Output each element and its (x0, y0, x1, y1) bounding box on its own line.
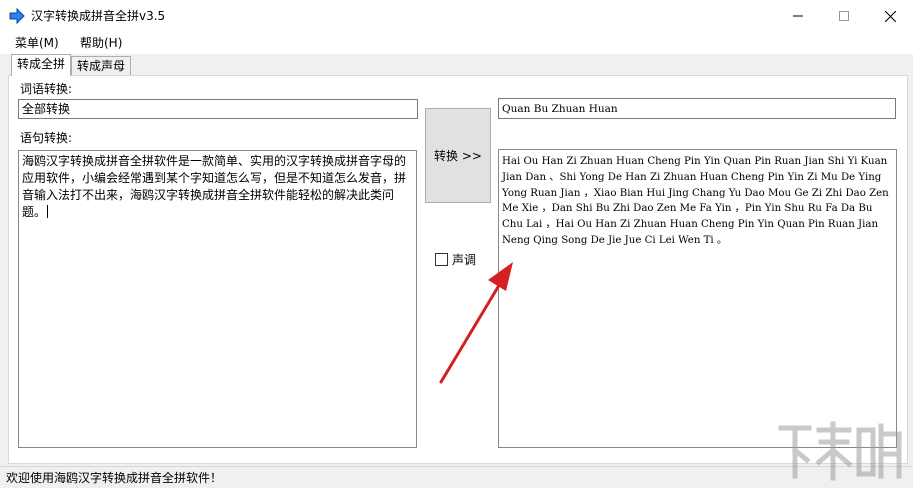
tab-full-pinyin[interactable]: 转成全拼 (11, 54, 71, 76)
text-caret (47, 205, 49, 218)
menu-bar: 菜单(M) 帮助(H) (0, 32, 913, 54)
convert-button[interactable]: 转换 >> (425, 108, 491, 203)
tab-initials[interactable]: 转成声母 (71, 56, 131, 76)
tone-checkbox-label: 声调 (452, 253, 477, 267)
sentence-input-text: 海鸥汉字转换成拼音全拼软件是一款简单、实用的汉字转换成拼音字母的应用软件，小编会… (22, 154, 407, 219)
menu-item-menu[interactable]: 菜单(M) (15, 36, 59, 50)
minimize-icon (793, 15, 803, 17)
title-bar: 汉字转换成拼音全拼v3.5 (0, 0, 913, 32)
maximize-icon (839, 11, 849, 21)
word-input[interactable]: 全部转换 (18, 99, 418, 119)
tone-checkbox-row[interactable]: 声调 (435, 251, 476, 268)
tone-checkbox[interactable] (435, 253, 448, 266)
word-conversion-label: 词语转换: (20, 82, 73, 96)
status-text: 欢迎使用海鸥汉字转换成拼音全拼软件！ (6, 471, 223, 485)
sentence-output-text: Hai Ou Han Zi Zhuan Huan Cheng Pin Yin Q… (502, 156, 889, 246)
sentence-conversion-label: 语句转换: (20, 131, 73, 145)
window-title: 汉字转换成拼音全拼v3.5 (31, 9, 166, 23)
menu-item-help[interactable]: 帮助(H) (80, 36, 122, 50)
sentence-output[interactable]: Hai Ou Han Zi Zhuan Huan Cheng Pin Yin Q… (498, 149, 897, 448)
close-button[interactable] (867, 0, 913, 32)
word-output[interactable]: Quan Bu Zhuan Huan (498, 98, 896, 119)
maximize-button[interactable] (821, 0, 867, 32)
minimize-button[interactable] (775, 0, 821, 32)
close-icon (884, 10, 896, 22)
watermark-logo-icon (778, 421, 902, 481)
sentence-input[interactable]: 海鸥汉字转换成拼音全拼软件是一款简单、实用的汉字转换成拼音字母的应用软件，小编会… (18, 150, 417, 448)
blue-arrow-right-icon (9, 7, 25, 25)
